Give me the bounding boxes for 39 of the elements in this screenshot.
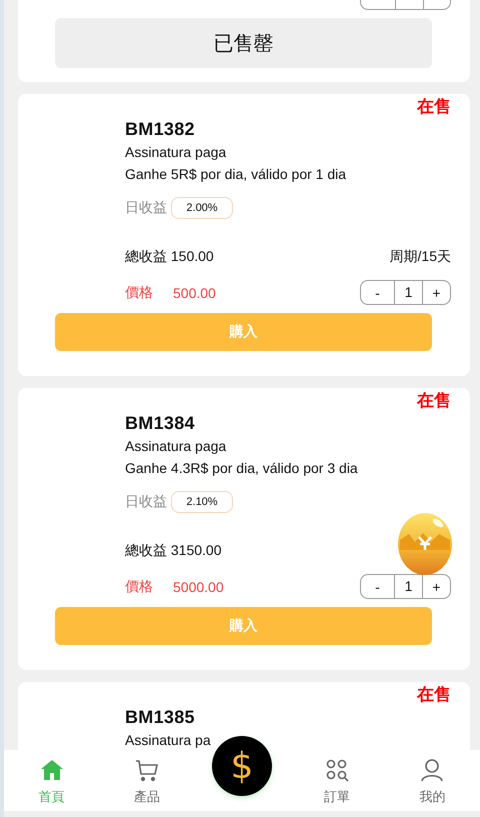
product-description: Ganhe 4.3R$ por dia, válido por 3 dia bbox=[125, 459, 359, 478]
quantity-value: 1 bbox=[404, 283, 414, 302]
egg-icon[interactable] bbox=[397, 510, 453, 576]
daily-yield-label: 日收益 bbox=[125, 493, 167, 511]
decrement-button[interactable]: - bbox=[361, 281, 395, 304]
nav-tab[interactable]: 我的 bbox=[384, 750, 480, 811]
increment-button[interactable]: + bbox=[422, 281, 450, 304]
status-label: 在售 bbox=[417, 684, 451, 706]
quantity-stepper[interactable]: - 1 + bbox=[360, 574, 451, 599]
status-label: 在售 bbox=[417, 390, 451, 412]
price-value: 5000.00 bbox=[173, 578, 224, 594]
daily-yield-label: 日收益 bbox=[125, 199, 167, 217]
product-code: BM1384 bbox=[125, 412, 196, 435]
product-code: BM1382 bbox=[125, 118, 196, 141]
daily-rate-badge: 2.00% bbox=[171, 197, 233, 219]
quantity-stepper[interactable]: - 1 + bbox=[360, 280, 451, 305]
total-yield-text: 總收益 3150.00 bbox=[125, 542, 222, 560]
product-subtitle: Assinatura pa bbox=[125, 731, 212, 750]
price-label: 價格 bbox=[125, 578, 153, 596]
nav-tab[interactable]: 產品 bbox=[99, 750, 194, 811]
cart-icon bbox=[134, 758, 159, 782]
sold-out-button[interactable]: 已售罄 bbox=[55, 18, 432, 68]
user-icon bbox=[420, 758, 444, 782]
home-icon bbox=[40, 758, 64, 782]
product-subtitle: Assinatura paga bbox=[125, 437, 228, 456]
decrement-button[interactable]: - bbox=[361, 575, 395, 598]
product-description: Ganhe 5R$ por dia, válido por 1 dia bbox=[125, 165, 348, 184]
nav-tab[interactable]: 訂單 bbox=[290, 750, 385, 811]
total-yield-text: 總收益 150.00 bbox=[125, 248, 214, 266]
product-subtitle: Assinatura paga bbox=[125, 143, 228, 162]
price-label: 價格 bbox=[125, 284, 153, 302]
status-label: 在售 bbox=[417, 96, 451, 118]
quantity-value: 1 bbox=[404, 577, 414, 596]
circles-icon bbox=[325, 758, 350, 782]
dollar-button[interactable]: $ bbox=[212, 736, 272, 796]
price-value: 500.00 bbox=[173, 284, 216, 300]
product-code: BM1385 bbox=[125, 706, 196, 729]
daily-rate-badge: 2.10% bbox=[171, 491, 233, 513]
period-text: 周期/15天 bbox=[390, 248, 451, 266]
